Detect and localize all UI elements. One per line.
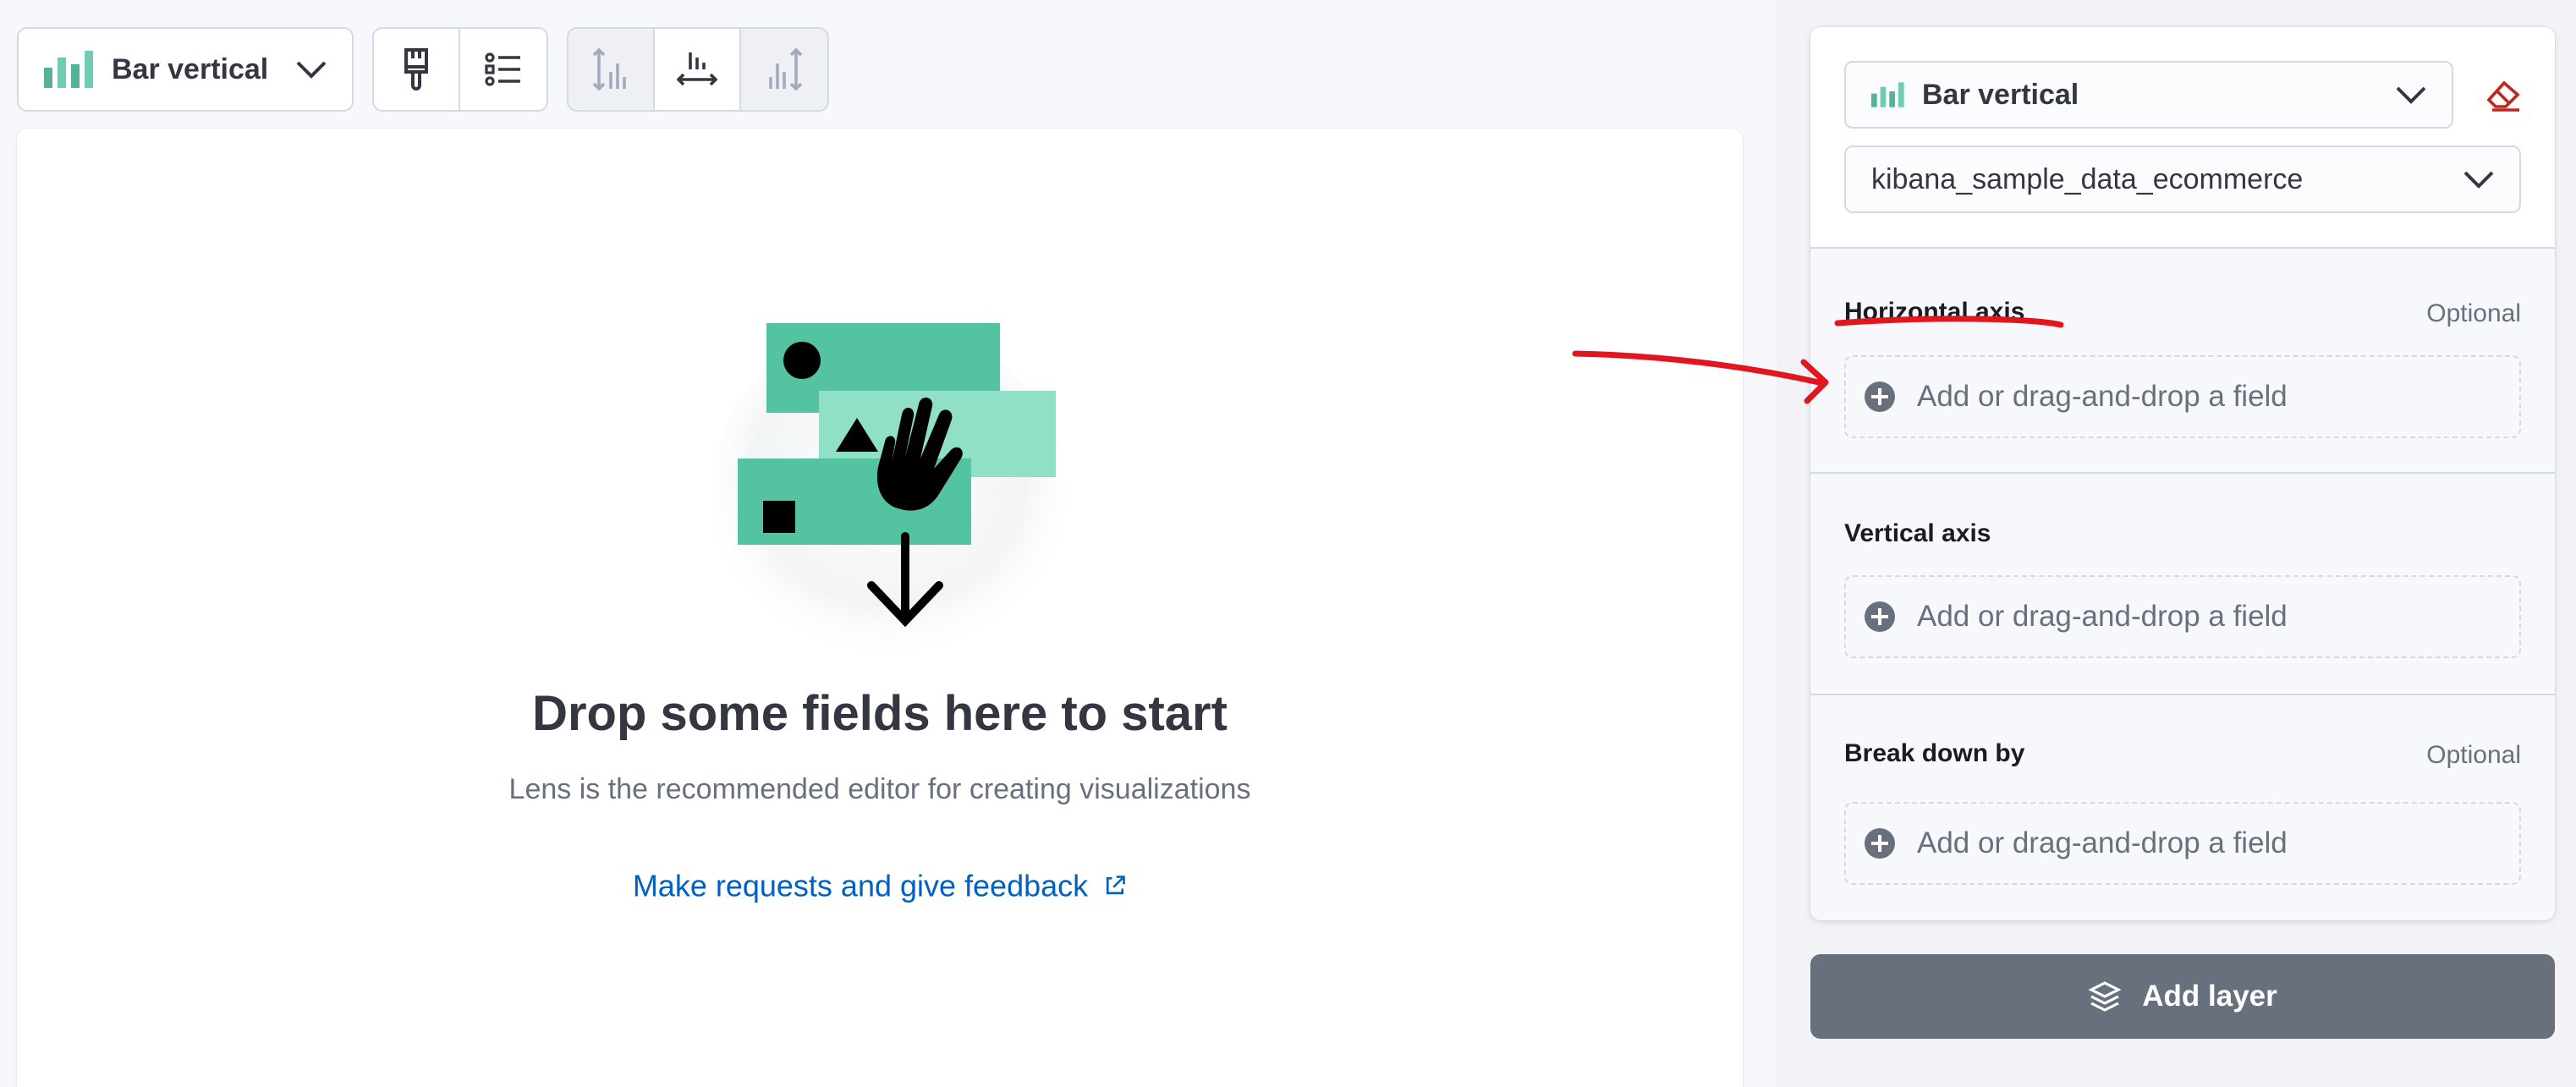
horizontal-axis-title: Horizontal axis	[1844, 298, 2025, 326]
bottom-axis-icon	[677, 52, 717, 86]
empty-state-title: Drop some fields here to start	[532, 686, 1228, 741]
dropzone-placeholder: Add or drag-and-drop a field	[1917, 600, 2288, 633]
plus-circle-icon	[1865, 382, 1895, 412]
breakdown-section: Break down by Optional Add or drag-and-d…	[1810, 695, 2555, 919]
legend-button[interactable]	[460, 29, 547, 110]
vertical-axis-dropzone[interactable]: Add or drag-and-drop a field	[1844, 575, 2521, 658]
plus-circle-icon	[1865, 601, 1895, 632]
left-axis-icon	[592, 48, 626, 91]
bottom-axis-button[interactable]	[655, 29, 741, 110]
optional-label: Optional	[2426, 299, 2521, 327]
workspace-toolbar: Bar vertical	[17, 27, 829, 112]
breakdown-dropzone[interactable]: Add or drag-and-drop a field	[1844, 802, 2521, 885]
external-link-icon	[1107, 876, 1125, 895]
dropzone-placeholder: Add or drag-and-drop a field	[1917, 380, 2288, 413]
style-settings-group	[372, 27, 548, 112]
breakdown-title: Break down by	[1844, 739, 2025, 767]
clear-layer-button[interactable]	[2480, 71, 2528, 118]
index-pattern-select[interactable]: kibana_sample_data_ecommerce	[1844, 145, 2521, 213]
add-layer-button[interactable]: Add layer	[1810, 954, 2555, 1039]
chevron-down-icon	[296, 61, 327, 79]
visual-options-button[interactable]	[374, 29, 460, 110]
horizontal-axis-dropzone[interactable]: Add or drag-and-drop a field	[1844, 355, 2521, 438]
legend-list-icon	[485, 52, 520, 86]
paintbrush-icon	[404, 48, 428, 91]
feedback-link[interactable]: Make requests and give feedback	[17, 866, 1743, 903]
chevron-down-icon	[2396, 86, 2426, 104]
layer-chart-type-select[interactable]: Bar vertical	[1844, 61, 2453, 129]
right-axis-button[interactable]	[741, 29, 827, 110]
chart-type-switcher[interactable]: Bar vertical	[17, 27, 354, 112]
horizontal-axis-section: Horizontal axis Optional Add or drag-and…	[1810, 249, 2555, 474]
vertical-axis-title: Vertical axis	[1844, 519, 1991, 547]
empty-state-subtitle: Lens is the recommended editor for creat…	[508, 773, 1251, 805]
layer-header: Bar vertical kibana_sample_data_ecommerc…	[1810, 27, 2555, 249]
dropzone-placeholder: Add or drag-and-drop a field	[1917, 826, 2288, 859]
eraser-icon	[2486, 80, 2520, 112]
chevron-down-icon	[2463, 171, 2494, 189]
axis-settings-group	[567, 27, 829, 112]
vertical-axis-section: Vertical axis Add or drag-and-drop a fie…	[1810, 474, 2555, 695]
layer-panel: Bar vertical kibana_sample_data_ecommerc…	[1810, 27, 2555, 920]
chart-type-label: Bar vertical	[112, 52, 269, 85]
add-layer-label: Add layer	[2142, 980, 2277, 1013]
feedback-link-label: Make requests and give feedback	[632, 868, 1089, 903]
bar-chart-icon	[44, 51, 93, 88]
left-axis-button[interactable]	[568, 29, 655, 110]
layers-icon	[2088, 981, 2122, 1012]
index-pattern-label: kibana_sample_data_ecommerce	[1871, 162, 2304, 195]
optional-label: Optional	[2426, 741, 2521, 769]
right-axis-icon	[769, 48, 803, 91]
bar-chart-icon	[1871, 82, 1904, 107]
workspace-panel[interactable]: Drop some fields here to start Lens is t…	[17, 129, 1743, 1087]
plus-circle-icon	[1865, 828, 1895, 859]
layer-chart-type-label: Bar vertical	[1922, 78, 2079, 111]
